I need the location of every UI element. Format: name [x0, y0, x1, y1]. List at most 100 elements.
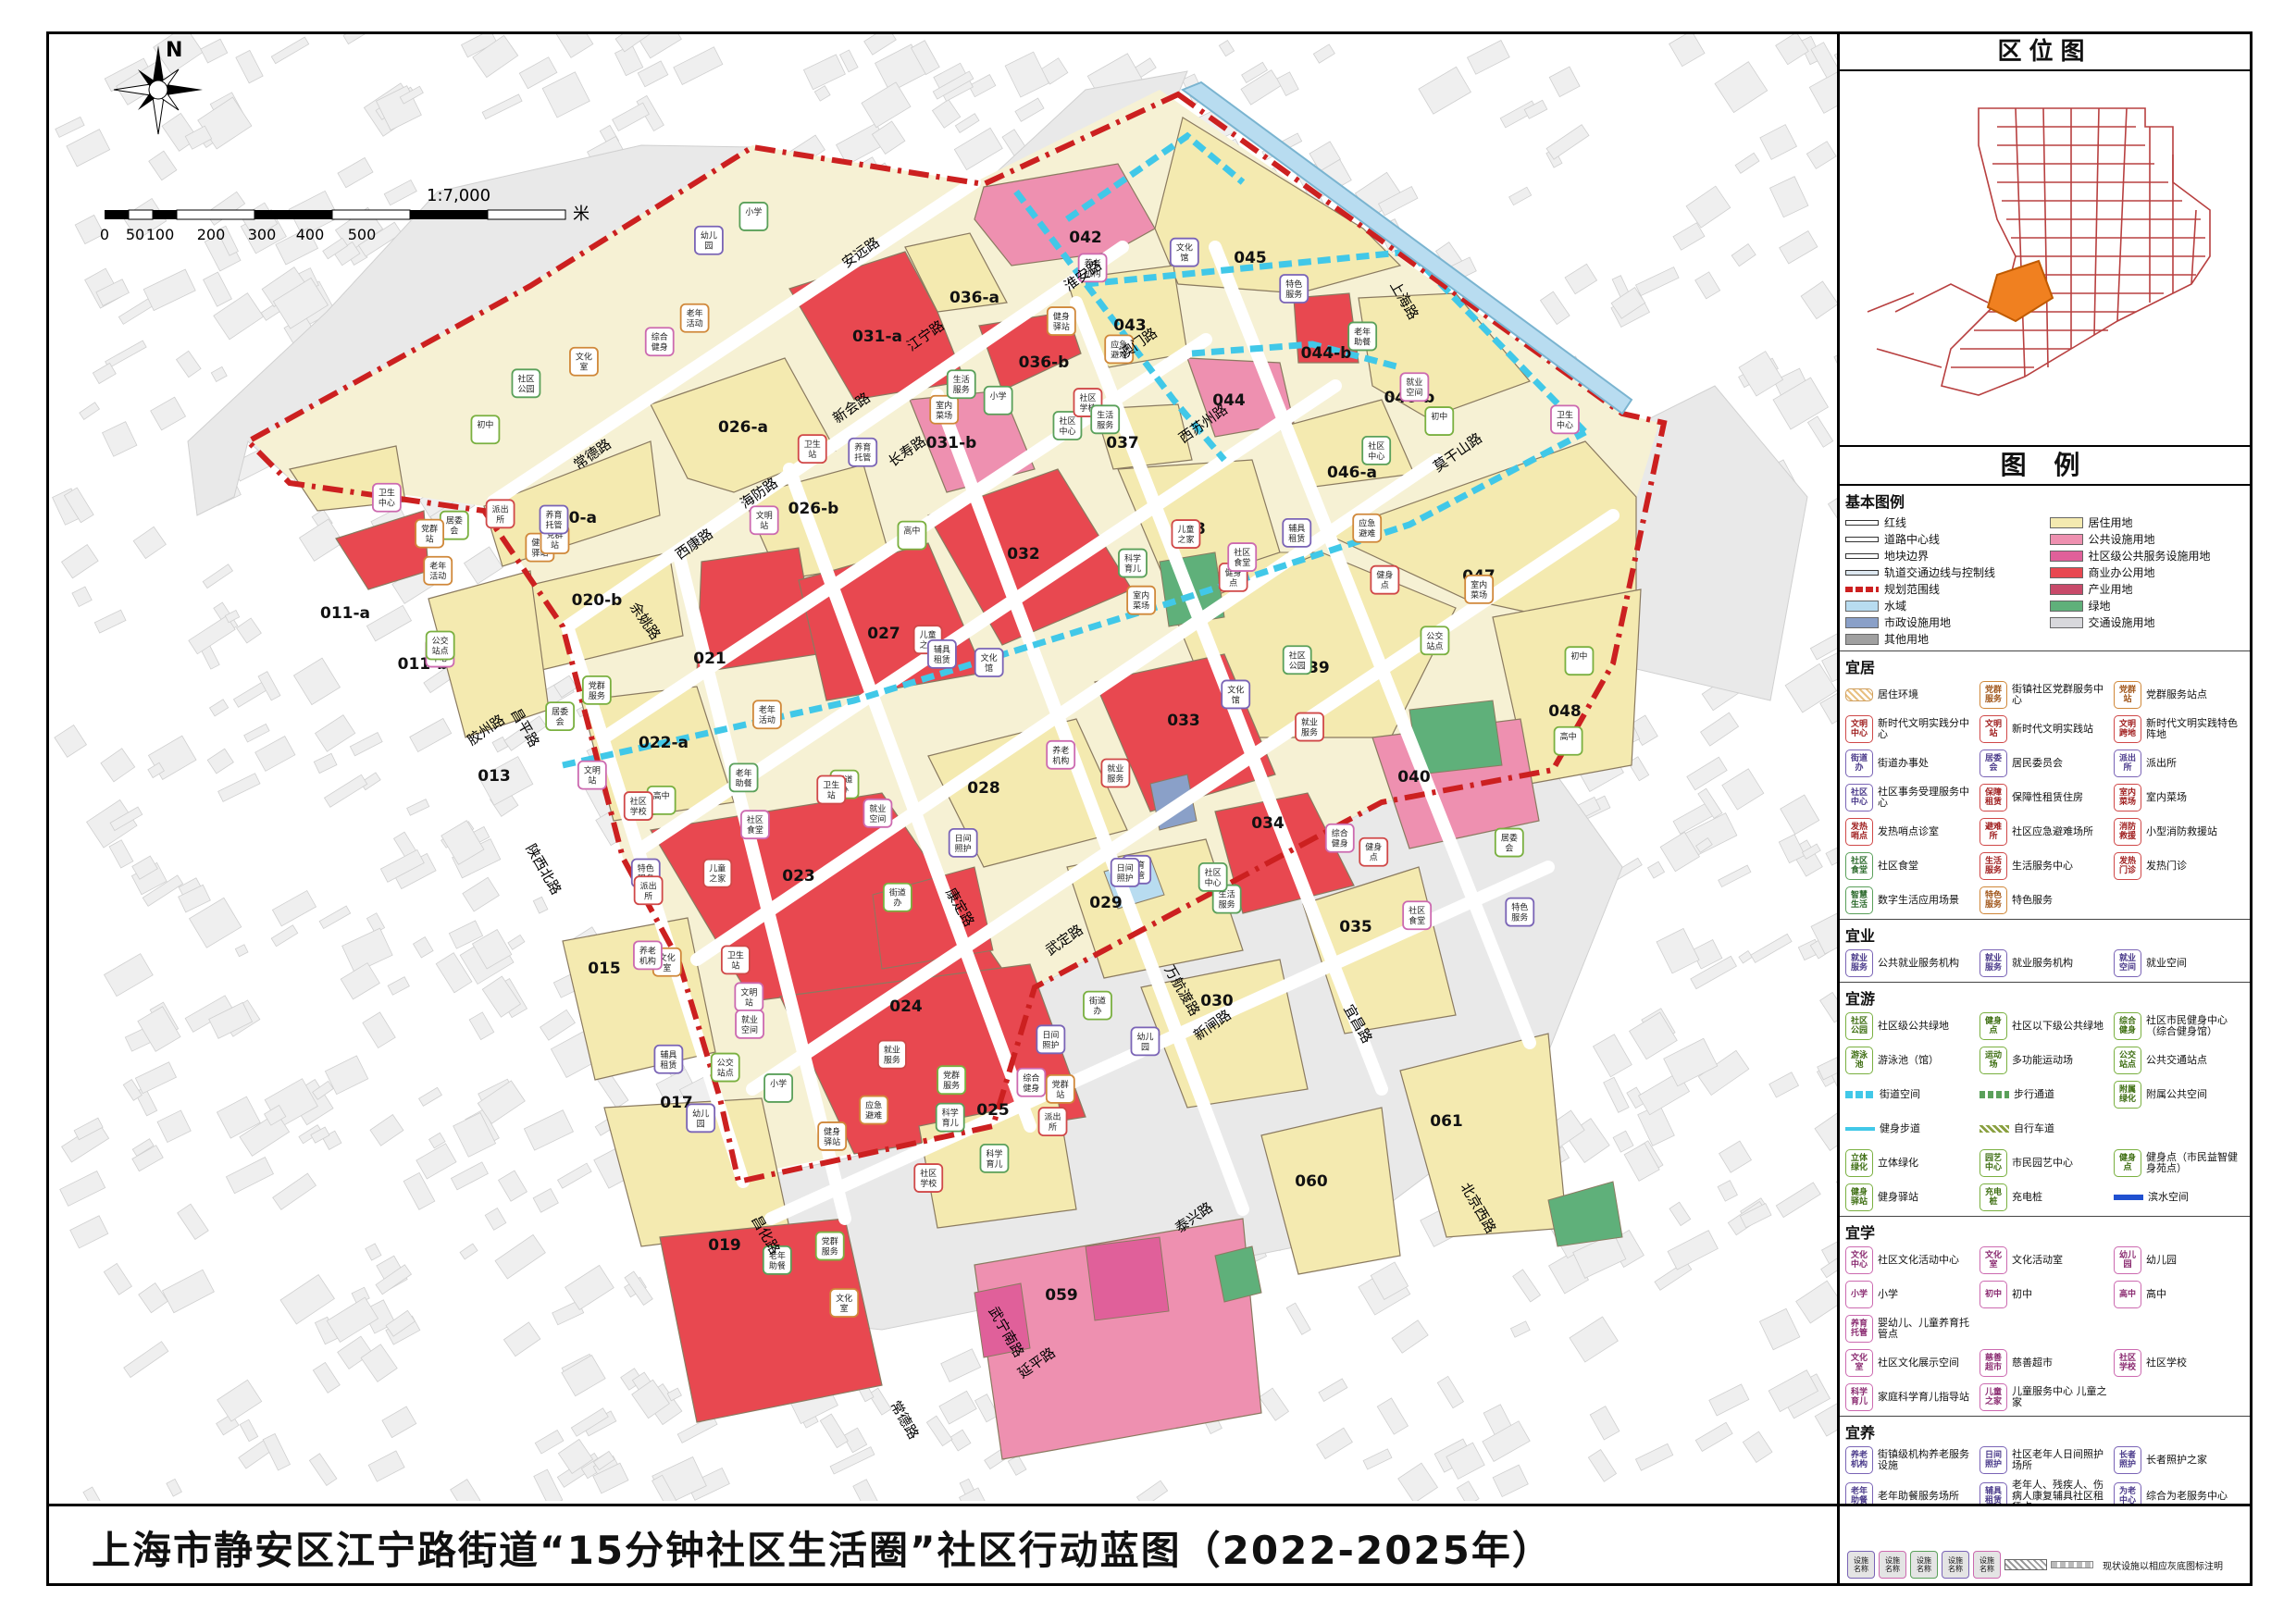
facility-icon: 健身驿站	[1046, 306, 1076, 336]
legend-item: 居委 会居民委员会	[1980, 749, 2110, 778]
legend-item: 科学 育儿 家庭科学育儿指导站	[1845, 1382, 1976, 1412]
legend-facility-icon: 综合 健身	[2114, 1012, 2141, 1040]
legend-facility-icon: 就业 服务	[1845, 949, 1873, 977]
legend-item-label: 数字生活应用场景	[1878, 894, 1959, 906]
svg-text:育儿: 育儿	[1124, 564, 1141, 575]
svg-text:站: 站	[745, 997, 753, 1008]
legend-facility-icon: 健身 点	[1980, 1012, 2007, 1040]
legend-note-strip: 设施 名称 设施 名称 设施 名称 设施 名称 设施 名称 现状设施以相应灰底图标注明	[1837, 1504, 2250, 1583]
parcel-label: 020-b	[572, 591, 623, 610]
parcel-label: 021	[693, 650, 726, 668]
svg-text:馆: 馆	[1232, 694, 1240, 705]
legend-item: 党群 站党群服务站点	[2114, 680, 2244, 710]
scale-tick: 300	[248, 226, 277, 243]
legend-item-label: 社区市民健身中心（综合健身馆）	[2146, 1014, 2228, 1037]
scale-tick: 500	[348, 226, 377, 243]
legend-item-label: 高中	[2146, 1288, 2166, 1300]
svg-text:服务: 服务	[1301, 727, 1318, 738]
facility-icon: 应急避难	[1352, 513, 1383, 543]
legend-facility-icon: 初中	[1980, 1281, 2007, 1308]
facility-icon: 卫生中心	[371, 482, 402, 513]
scale-unit: 米	[573, 204, 590, 224]
legend-label: 轨道交通边线与控制线	[1884, 566, 1996, 579]
legend-facility-icon: 街道 办	[1845, 750, 1873, 777]
legend-item-label: 小学	[1878, 1288, 1898, 1300]
svg-text:活动: 活动	[429, 571, 446, 582]
svg-text:健身: 健身	[652, 341, 668, 353]
svg-text:就业: 就业	[869, 803, 886, 814]
parcel-label: 034	[1251, 814, 1285, 833]
facility-icon: 辅具租赁	[1282, 517, 1312, 548]
legend-item-label: 老年助餐服务场所	[1878, 1490, 1959, 1502]
facility-icon: 生活服务	[1090, 404, 1121, 435]
svg-text:老年: 老年	[687, 308, 703, 319]
svg-text:办: 办	[893, 898, 901, 909]
svg-text:避难: 避难	[1359, 528, 1375, 539]
svg-text:机构: 机构	[1052, 755, 1069, 766]
svg-text:菜场: 菜场	[1471, 589, 1487, 601]
facility-icon: 居委会	[545, 701, 575, 732]
parcel-label: 031-a	[852, 328, 902, 346]
legend-section-title: 宜居	[1845, 659, 1876, 676]
svg-text:生活: 生活	[1097, 409, 1113, 420]
legend-item: 文化 室文化活动室	[1980, 1245, 2110, 1275]
svg-text:馆: 馆	[985, 663, 993, 674]
svg-text:之家: 之家	[1177, 534, 1194, 545]
parcel-label: 028	[967, 779, 1000, 798]
legend-existing-icon: 设施 名称	[1942, 1551, 1969, 1579]
facility-icon: 公交站点	[1420, 626, 1450, 656]
legend-item-label: 社区级公共绿地	[1878, 1020, 1949, 1032]
legend-line-sample	[1845, 1091, 1875, 1098]
legend-item: 文化 中心 社区文化活动中心	[1845, 1245, 1976, 1275]
svg-text:卫生: 卫生	[1557, 409, 1573, 420]
legend-item-label: 新时代文明实践分中心	[1878, 717, 1969, 740]
svg-text:社区: 社区	[1234, 547, 1250, 558]
svg-text:初中: 初中	[1431, 411, 1447, 422]
legend-base-item: 水域	[1845, 598, 2041, 613]
legend-item: 步行通道	[1980, 1080, 2110, 1109]
legend-base-section: 基本图例 红线 居住用地 道路中心线 公共设施用地 地块边界 社区级公共服务设施用地 轨道交…	[1840, 486, 2250, 651]
facility-icon: 派出所	[633, 875, 664, 906]
svg-text:文明: 文明	[756, 510, 773, 521]
svg-text:站: 站	[731, 960, 739, 971]
legend-item: 街道空间	[1845, 1080, 1976, 1109]
svg-text:健身: 健身	[1365, 842, 1382, 853]
svg-text:文化: 文化	[1227, 684, 1244, 695]
facility-icon: 文化馆	[974, 648, 1004, 677]
facility-icon: 室内菜场	[929, 394, 960, 425]
facility-icon: 室内菜场	[1126, 585, 1157, 615]
legend-dash-sample	[2051, 1561, 2093, 1568]
svg-text:园: 园	[704, 242, 713, 252]
legend-item-label: 社区老年人日间照护场所	[2012, 1448, 2104, 1471]
svg-text:站: 站	[808, 449, 816, 460]
svg-text:社区: 社区	[1059, 415, 1075, 427]
legend-item: 特色 服务 特色服务	[1980, 886, 2110, 915]
legend-swatch	[1845, 536, 1879, 542]
facility-icon: 特色服务	[1505, 897, 1535, 927]
legend-item-label: 综合为老服务中心	[2146, 1490, 2228, 1502]
legend-section: 宜学 文化 中心 社区文化活动中心 文化 室文化活动室 幼儿 园幼儿园 小学 小学 初中 初中高…	[1840, 1217, 2250, 1417]
legend-base-title: 基本图例	[1845, 493, 1905, 511]
legend-item: 社区 学校 社区学校	[2114, 1348, 2244, 1378]
legend-item: 园艺 中心 市民园艺中心	[1980, 1148, 2110, 1178]
svg-text:会: 会	[450, 526, 458, 537]
legend-item-label: 老年人、残疾人、伤病人康复辅具社区租赁点	[2012, 1479, 2104, 1505]
map-canvas[interactable]: 042045036-a031-a043036-b044-b046-b026-a0…	[49, 34, 1837, 1501]
facility-icon: 文化室	[569, 346, 599, 377]
legend-item: 日间 照护 社区老年人日间照护场所	[1980, 1445, 2110, 1475]
legend-item-label: 社区应急避难场所	[2012, 825, 2093, 837]
svg-text:就业: 就业	[1406, 377, 1422, 388]
legend-item: 生活 服务 生活服务中心	[1980, 851, 2110, 881]
svg-text:驿站: 驿站	[824, 1136, 840, 1147]
legend-item-label: 室内菜场	[2146, 791, 2187, 803]
legend-swatch	[1845, 519, 1879, 526]
parcel-label: 048	[1548, 702, 1582, 721]
svg-text:服务: 服务	[1107, 773, 1123, 784]
legend-item: 室内 菜场 室内菜场	[2114, 783, 2244, 812]
svg-text:助餐: 助餐	[736, 777, 752, 788]
legend-item: 长者 照护 长者照护之家	[2114, 1445, 2244, 1475]
facility-icon: 文明站	[749, 505, 779, 536]
facility-icon: 儿童之家	[702, 858, 733, 888]
svg-text:室内: 室内	[1133, 590, 1149, 601]
legend-facility-icon: 党群 服务	[1980, 681, 2007, 709]
